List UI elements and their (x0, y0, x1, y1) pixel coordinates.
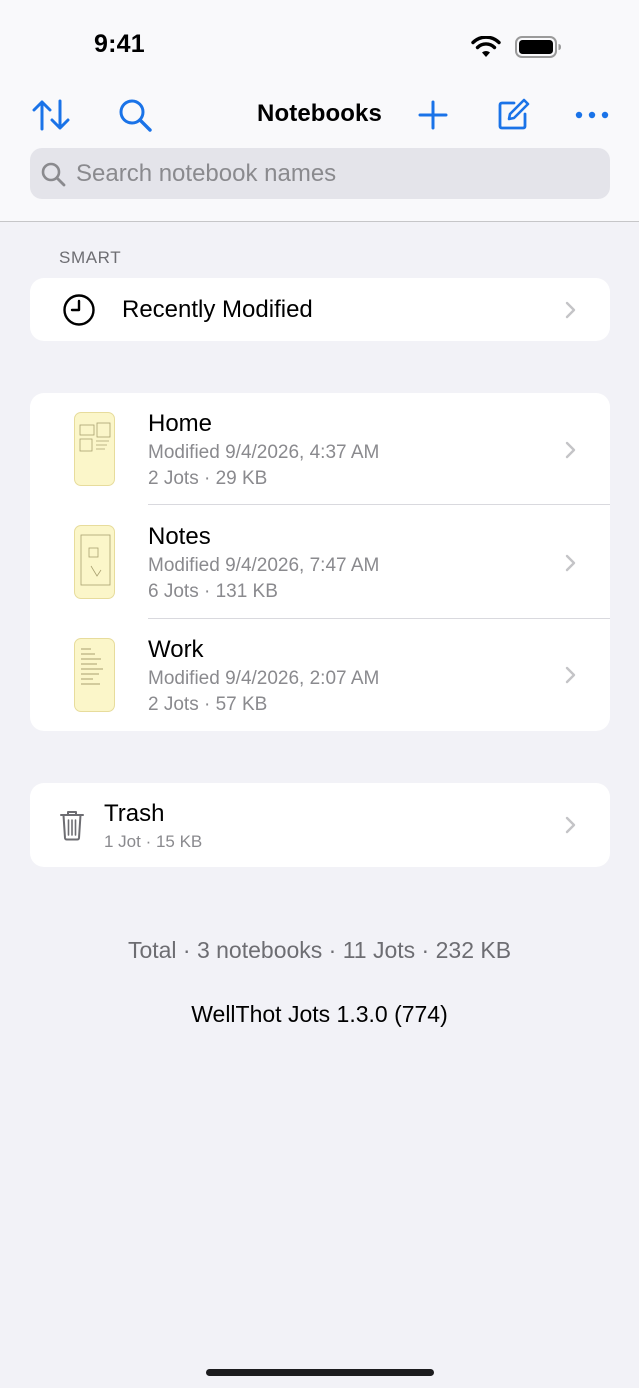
search-placeholder: Search notebook names (76, 159, 337, 187)
recently-modified-label: Recently Modified (122, 296, 313, 323)
search-input[interactable]: Search notebook names (30, 148, 610, 199)
ellipsis-icon (575, 111, 609, 119)
search-icon (41, 162, 66, 186)
plus-icon (418, 100, 448, 130)
home-indicator[interactable] (206, 1369, 434, 1376)
page-title: Notebooks (257, 100, 382, 127)
notebook-row-notes[interactable]: Notes Modified 9/4/2026, 7:47 AM 6 Jots … (30, 505, 610, 619)
clock-icon (63, 294, 95, 326)
chevron-right-icon (565, 816, 576, 834)
notebook-thumbnail (74, 638, 115, 712)
total-summary: Total · 3 notebooks · 11 Jots · 232 KB (127, 937, 512, 963)
notebook-details: 2 Jots · 57 KB (148, 694, 268, 715)
notebook-details: 2 Jots · 29 KB (148, 468, 268, 489)
chevron-right-icon (565, 441, 576, 459)
notebooks-list: Home Modified 9/4/2026, 4:37 AM 2 Jots ·… (30, 393, 610, 731)
more-button[interactable] (569, 92, 615, 138)
battery-icon (515, 36, 561, 58)
notebooks-screen: 9:41 Notebooks Search notebook names SMA… (0, 0, 639, 1388)
notebook-name: Home (148, 410, 213, 437)
compose-icon (498, 98, 530, 130)
notebook-modified: Modified 9/4/2026, 2:07 AM (148, 668, 380, 689)
chevron-right-icon (565, 666, 576, 684)
compose-button[interactable] (490, 92, 536, 138)
recently-modified-row[interactable]: Recently Modified (30, 278, 610, 341)
chevron-right-icon (565, 554, 576, 572)
notebook-modified: Modified 9/4/2026, 7:47 AM (148, 555, 380, 576)
notebook-details: 6 Jots · 131 KB (148, 581, 278, 602)
notebook-name: Work (148, 636, 204, 663)
notebook-thumbnail (74, 525, 115, 599)
notebook-name: Notes (148, 523, 211, 550)
trash-row[interactable]: Trash 1 Jot · 15 KB (30, 783, 610, 867)
trash-details: 1 Jot · 15 KB (104, 832, 203, 851)
trash-icon (60, 811, 84, 841)
status-time: 9:41 (94, 30, 145, 58)
notebook-row-home[interactable]: Home Modified 9/4/2026, 4:37 AM 2 Jots ·… (30, 393, 610, 505)
chevron-right-icon (565, 301, 576, 319)
wifi-icon (471, 36, 501, 57)
app-version: WellThot Jots 1.3.0 (774) (191, 1001, 448, 1027)
smart-section-header: SMART (59, 248, 122, 267)
header: 9:41 Notebooks Search notebook names (0, 0, 639, 222)
notebook-thumbnail (74, 412, 115, 486)
status-icons (471, 36, 561, 58)
notebook-row-work[interactable]: Work Modified 9/4/2026, 2:07 AM 2 Jots ·… (30, 619, 610, 731)
add-notebook-button[interactable] (410, 92, 456, 138)
notebook-modified: Modified 9/4/2026, 4:37 AM (148, 442, 380, 463)
trash-label: Trash (104, 800, 165, 827)
